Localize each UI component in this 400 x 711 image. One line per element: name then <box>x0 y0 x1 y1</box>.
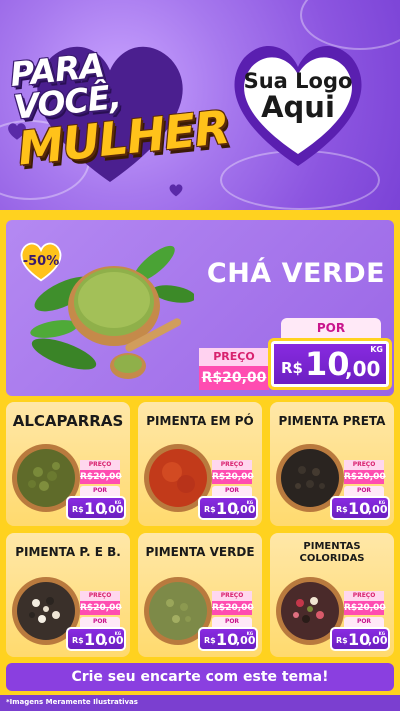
featured-product-name: CHÁ VERDE <box>206 258 386 289</box>
new-price: R$ 10 ,00 KG <box>198 627 258 651</box>
product-card[interactable]: PIMENTA EM PÓ PREÇO R$20,00 POR R$ 10 ,0… <box>138 402 262 526</box>
old-price-value: R$20,00 <box>344 472 386 482</box>
old-price-value: R$20,00 <box>212 603 254 613</box>
product-card[interactable]: PIMENTA VERDE PREÇO R$20,00 POR R$ 10 ,0… <box>138 533 262 657</box>
price-label: PREÇO <box>344 591 384 601</box>
logo-placeholder: Sua Logo Aqui <box>218 69 378 125</box>
new-price: R$ 10 ,00 KG <box>330 496 390 520</box>
price-decimal: ,00 <box>345 357 381 381</box>
logo-line-2: Aqui <box>261 90 335 125</box>
price-unit: KG <box>246 500 253 505</box>
new-price-label: POR <box>281 318 381 338</box>
currency: R$ <box>72 636 84 645</box>
price-label: PREÇO <box>212 591 252 601</box>
new-price: R$ 10 ,00 KG <box>198 496 258 520</box>
heart-icon <box>169 184 183 197</box>
old-price: R$20,00 <box>80 470 122 484</box>
headline: PARA VOCÊ, MULHER <box>8 38 231 175</box>
currency: R$ <box>204 636 216 645</box>
old-price: R$20,00 <box>344 601 386 615</box>
disclaimer: *Imagens Meramente Ilustrativas <box>6 698 138 706</box>
price-unit: KG <box>378 631 385 636</box>
old-price: R$20,00 <box>212 601 254 615</box>
new-price-label: POR <box>344 486 384 496</box>
price-label: PREÇO <box>344 460 384 470</box>
price-integer: 10 <box>84 499 107 518</box>
price-integer: 10 <box>84 630 107 649</box>
currency: R$ <box>336 636 348 645</box>
old-price: R$20,00 <box>199 366 269 390</box>
new-price: R$ 10 ,00 KG <box>268 338 392 390</box>
price-unit: KG <box>370 345 383 354</box>
price-integer: 10 <box>348 499 371 518</box>
product-card[interactable]: ALCAPARRAS PREÇO R$20,00 POR R$ 10 ,00 K… <box>6 402 130 526</box>
header-banner: PARA VOCÊ, MULHER Sua Logo Aqui <box>0 0 400 218</box>
new-price: R$ 10 ,00 KG <box>66 496 126 520</box>
new-price-label: POR <box>80 486 120 496</box>
new-price-label: POR <box>344 617 384 627</box>
product-card[interactable]: PIMENTA PRETA PREÇO R$20,00 POR R$ 10 ,0… <box>270 402 394 526</box>
new-price-label: POR <box>212 486 252 496</box>
old-price-value: R$20,00 <box>212 472 254 482</box>
logo-line-1: Sua Logo <box>243 69 353 93</box>
price-unit: KG <box>246 631 253 636</box>
product-name: ALCAPARRAS <box>12 412 124 430</box>
price-integer: 10 <box>305 345 350 383</box>
currency: R$ <box>281 359 303 377</box>
price-unit: KG <box>378 500 385 505</box>
currency: R$ <box>336 505 348 514</box>
old-price-value: R$20,00 <box>201 370 267 386</box>
new-price: R$ 10 ,00 KG <box>330 627 390 651</box>
product-name: PIMENTAS COLORIDAS <box>299 541 365 564</box>
new-price: R$ 10 ,00 KG <box>66 627 126 651</box>
product-name: PIMENTA EM PÓ <box>146 414 254 428</box>
new-price-label: POR <box>212 617 252 627</box>
currency: R$ <box>72 505 84 514</box>
price-integer: 10 <box>348 630 371 649</box>
featured-offer[interactable]: -50% CHÁ VERDE PREÇO R$20,00 POR R$ 10 ,… <box>6 220 394 396</box>
product-name: PIMENTA PRETA <box>278 414 386 428</box>
old-price-value: R$20,00 <box>80 603 122 613</box>
discount-badge: -50% <box>22 254 60 269</box>
product-name: PIMENTA VERDE <box>145 545 255 559</box>
product-card[interactable]: PIMENTAS COLORIDAS PREÇO R$20,00 POR R$ … <box>270 533 394 657</box>
offers-panel: -50% CHÁ VERDE PREÇO R$20,00 POR R$ 10 ,… <box>0 210 400 695</box>
price-label: PREÇO <box>80 591 120 601</box>
price-label: PREÇO <box>199 348 269 366</box>
price-label: PREÇO <box>212 460 252 470</box>
old-price: R$20,00 <box>212 470 254 484</box>
cta-banner[interactable]: Crie seu encarte com este tema! <box>6 663 394 691</box>
old-price: R$20,00 <box>344 470 386 484</box>
product-card[interactable]: PIMENTA P. E B. PREÇO R$20,00 POR R$ 10 … <box>6 533 130 657</box>
new-price-label: POR <box>80 617 120 627</box>
old-price: R$20,00 <box>80 601 122 615</box>
price-label: PREÇO <box>80 460 120 470</box>
price-unit: KG <box>114 631 121 636</box>
product-name: PIMENTA P. E B. <box>15 545 121 559</box>
price-integer: 10 <box>216 499 239 518</box>
price-unit: KG <box>114 500 121 505</box>
price-integer: 10 <box>216 630 239 649</box>
old-price-value: R$20,00 <box>344 603 386 613</box>
old-price-value: R$20,00 <box>80 472 122 482</box>
currency: R$ <box>204 505 216 514</box>
